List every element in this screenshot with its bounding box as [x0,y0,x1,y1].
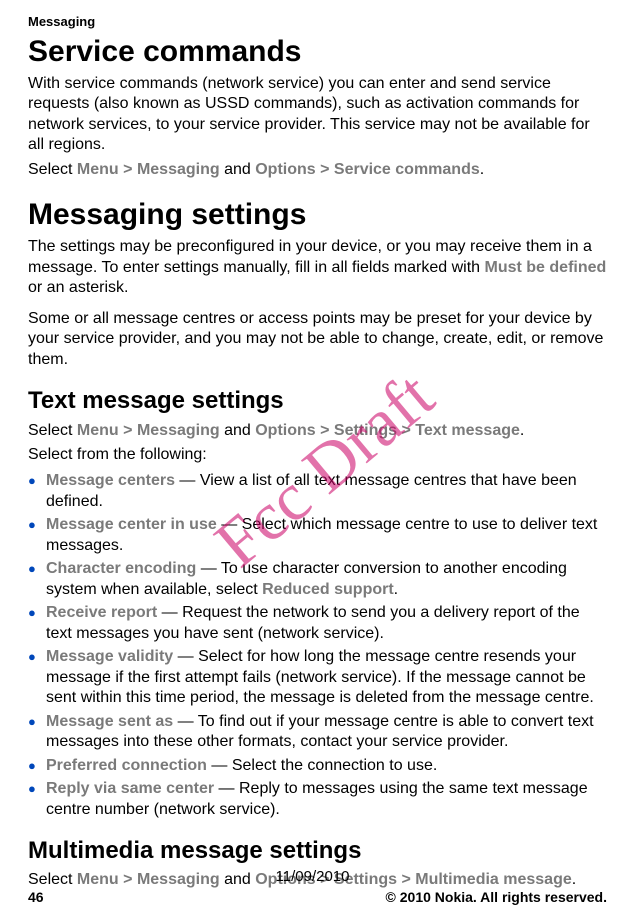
paragraph: The settings may be preconfigured in you… [28,237,607,298]
ui-label: Message centers [46,472,175,489]
separator-gt: > [119,422,137,439]
section-header: Messaging [28,14,607,29]
heading-multimedia-message-settings: Multimedia message settings [28,838,607,864]
ui-menu: Menu [77,422,119,439]
separator-gt: > [316,161,334,178]
paragraph-nav: Select Menu > Messaging and Options > Se… [28,160,607,180]
ui-label: Reduced support [262,581,394,598]
copyright: © 2010 Nokia. All rights reserved. [386,889,607,905]
ui-settings: Settings [334,422,397,439]
paragraph-nav: Select Menu > Messaging and Options > Se… [28,421,607,441]
ui-must-be-defined: Must be defined [485,259,607,276]
separator-gt: > [397,422,415,439]
ui-label: Message center in use [46,516,217,533]
ui-label: Character encoding [46,560,196,577]
ui-label: Message sent as [46,713,173,730]
heading-messaging-settings: Messaging settings [28,198,607,231]
list-item: Receive report — Request the network to … [28,603,607,644]
text: — Select the connection to use. [207,757,437,774]
ui-options: Options [255,161,315,178]
list-item: Message sent as — To find out if your me… [28,712,607,753]
list-item: Reply via same center — Reply to message… [28,779,607,820]
separator-gt: > [119,161,137,178]
text: Select [28,422,77,439]
list-item: Character encoding — To use character co… [28,559,607,600]
ui-label: Preferred connection [46,757,207,774]
ui-text-message: Text message [415,422,520,439]
text: and [220,161,256,178]
heading-service-commands: Service commands [28,35,607,68]
paragraph: With service commands (network service) … [28,74,607,156]
list-item: Preferred connection — Select the connec… [28,756,607,776]
paragraph: Some or all message centres or access po… [28,309,607,370]
list-item: Message center in use — Select which mes… [28,515,607,556]
text: . [394,581,398,598]
heading-text-message-settings: Text message settings [28,388,607,414]
list-item: Message validity — Select for how long t… [28,647,607,708]
ui-options: Options [255,422,315,439]
ui-label: Reply via same center [46,780,214,797]
text: and [220,422,256,439]
page-number: 46 [28,889,44,905]
text: Select [28,161,77,178]
text: . [480,161,484,178]
paragraph: Select from the following: [28,445,607,465]
ui-label: Receive report [46,604,157,621]
text: . [520,422,524,439]
bullet-list: Message centers — View a list of all tex… [28,471,607,820]
footer-date: 11/09/2010 [0,868,625,885]
separator-gt: > [316,422,334,439]
ui-menu: Menu [77,161,119,178]
ui-label: Message validity [46,648,173,665]
list-item: Message centers — View a list of all tex… [28,471,607,512]
ui-messaging: Messaging [137,161,220,178]
ui-service-commands: Service commands [334,161,480,178]
text: or an asterisk. [28,279,128,296]
ui-messaging: Messaging [137,422,220,439]
